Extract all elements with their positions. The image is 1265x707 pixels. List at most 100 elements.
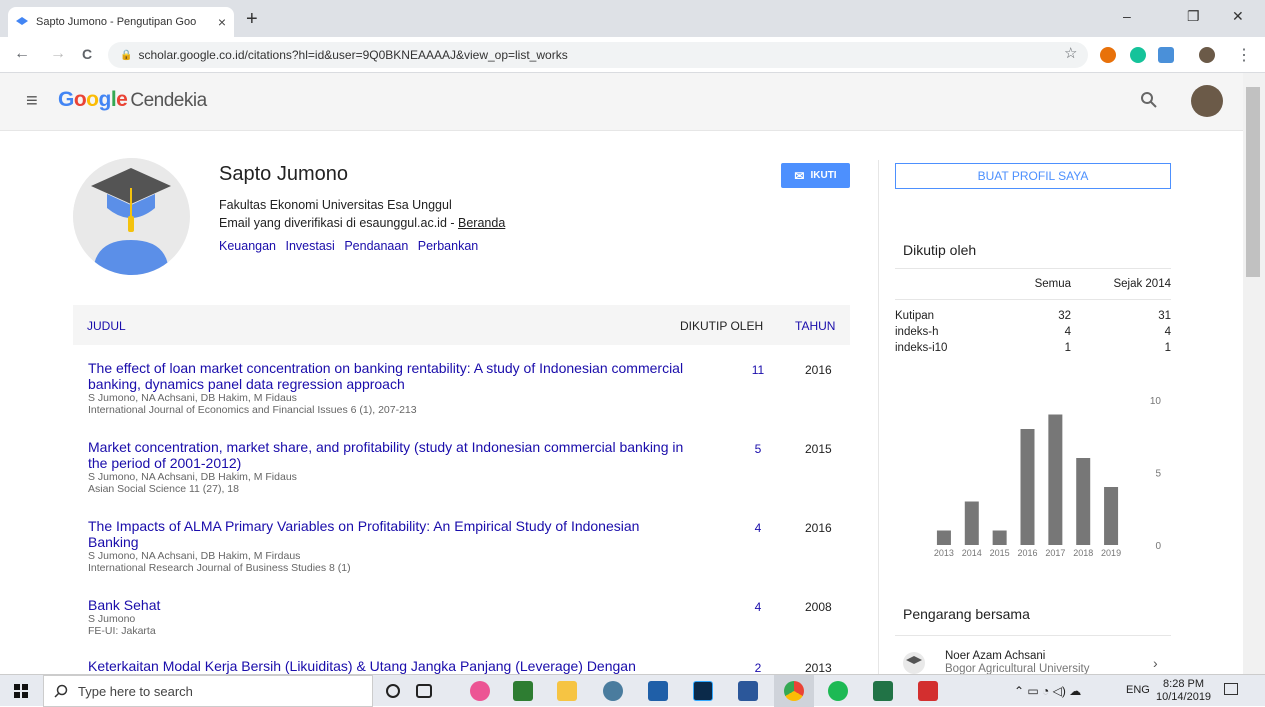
- hamburger-menu-icon[interactable]: ≡: [26, 90, 38, 113]
- lock-icon: 🔒: [120, 49, 133, 61]
- word-icon[interactable]: [738, 681, 758, 701]
- sort-by-title[interactable]: JUDUL: [87, 319, 126, 333]
- browser-tab-strip: Sapto Jumono - Pengutipan Goo × + – ❐ ✕: [0, 0, 1265, 37]
- homepage-link[interactable]: Beranda: [458, 216, 505, 230]
- browser-menu-icon[interactable]: ⋮: [1236, 45, 1252, 65]
- scholar-header: ≡ Google Cendekia: [0, 73, 1243, 131]
- follow-button[interactable]: ✉ IKUTI: [781, 163, 850, 188]
- x-tick-label: 2018: [1073, 548, 1093, 558]
- app-icon[interactable]: [513, 681, 533, 701]
- stat-all: 4: [1064, 326, 1071, 338]
- photoshop-icon[interactable]: [693, 681, 713, 701]
- publication-title-link[interactable]: Market concentration, market share, and …: [88, 439, 683, 471]
- extension-grammarly-icon[interactable]: [1130, 47, 1146, 63]
- forward-button[interactable]: →: [50, 45, 66, 63]
- task-view-icon[interactable]: [416, 684, 432, 698]
- excel-icon[interactable]: [873, 681, 893, 701]
- account-avatar[interactable]: [1191, 85, 1223, 117]
- paint-icon[interactable]: [603, 681, 623, 701]
- y-tick-label: 10: [1150, 396, 1162, 407]
- close-window-button[interactable]: ✕: [1232, 8, 1244, 25]
- google-scholar-logo[interactable]: Google Cendekia: [58, 88, 207, 112]
- extension-camera-icon[interactable]: [1158, 47, 1174, 63]
- address-bar[interactable]: 🔒 scholar.google.co.id/citations?hl=id&u…: [108, 42, 1088, 68]
- minimize-button[interactable]: –: [1123, 8, 1131, 24]
- extension-fire-icon[interactable]: [1100, 47, 1116, 63]
- coauthor-name: Noer Azam Achsani: [945, 650, 1046, 662]
- stat-since: 1: [1164, 342, 1171, 354]
- stat-label: Kutipan: [895, 310, 935, 322]
- citation-bar-2016[interactable]: [1020, 429, 1035, 545]
- publication-title-link[interactable]: Bank Sehat: [88, 597, 160, 613]
- bookmark-star-icon[interactable]: ☆: [1064, 44, 1077, 62]
- calculator-icon[interactable]: [648, 681, 668, 701]
- profile-affiliation: Fakultas Ekonomi Universitas Esa Unggul: [219, 198, 452, 212]
- chrome-icon[interactable]: [784, 681, 804, 701]
- profile-email-line: Email yang diverifikasi di esaunggul.ac.…: [219, 216, 505, 230]
- stat-all: 1: [1064, 342, 1071, 354]
- citation-bar-2013[interactable]: [936, 530, 951, 546]
- tray-icons[interactable]: ⌃ ▭ ◔ ◁) ☁: [1014, 684, 1081, 698]
- citation-bar-2017[interactable]: [1048, 414, 1063, 546]
- citation-bar-2015[interactable]: [992, 530, 1007, 546]
- taskbar-search-box[interactable]: Type here to search: [43, 675, 373, 707]
- cited-count-link[interactable]: 4: [738, 600, 778, 614]
- page-scrollbar[interactable]: [1243, 73, 1265, 674]
- cited-count-link[interactable]: 11: [738, 363, 778, 377]
- publication-title-link[interactable]: The effect of loan market concentration …: [88, 360, 683, 392]
- publication-title-link[interactable]: The Impacts of ALMA Primary Variables on…: [88, 518, 639, 550]
- publication-authors: S Jumono, NA Achsani, DB Hakim, M Fidaus: [88, 392, 297, 404]
- interest-link[interactable]: Investasi: [286, 239, 335, 253]
- time: 8:28 PM: [1163, 678, 1205, 690]
- language-indicator[interactable]: ENG: [1126, 684, 1150, 696]
- interest-link[interactable]: Pendanaan: [344, 239, 408, 253]
- citation-stats-table: Semua Sejak 2014 Kutipan 32 31 indeks-h …: [895, 268, 1171, 356]
- interest-link[interactable]: Keuangan: [219, 239, 276, 253]
- spotify-icon[interactable]: [828, 681, 848, 701]
- browser-tab[interactable]: Sapto Jumono - Pengutipan Goo ×: [8, 7, 234, 37]
- x-tick-label: 2019: [1101, 548, 1121, 558]
- x-tick-label: 2014: [962, 548, 982, 558]
- tab-close-icon[interactable]: ×: [218, 14, 226, 30]
- create-profile-button[interactable]: BUAT PROFIL SAYA: [895, 163, 1171, 189]
- profile-photo-placeholder: [73, 158, 190, 275]
- maximize-button[interactable]: ❐: [1187, 8, 1200, 25]
- citation-bar-2018[interactable]: [1076, 458, 1091, 545]
- taskbar-search-placeholder: Type here to search: [78, 683, 193, 699]
- reload-button[interactable]: C: [82, 46, 92, 62]
- date: 10/14/2019: [1156, 691, 1212, 703]
- scrollbar-thumb[interactable]: [1246, 87, 1260, 277]
- publication-authors: S Jumono, NA Achsani, DB Hakim, M Firdau…: [88, 550, 301, 562]
- chevron-right-icon: ›: [1153, 655, 1158, 671]
- cortana-icon[interactable]: [386, 684, 400, 698]
- itunes-icon[interactable]: [470, 681, 490, 701]
- publication-authors: S Jumono: [88, 613, 136, 625]
- sort-by-year[interactable]: TAHUN: [795, 319, 835, 333]
- file-explorer-icon[interactable]: [557, 681, 577, 701]
- cited-count-link[interactable]: 4: [738, 521, 778, 535]
- follow-label: IKUTI: [810, 170, 837, 181]
- back-button[interactable]: ←: [14, 45, 30, 63]
- profile-avatar-icon[interactable]: [1199, 47, 1215, 63]
- notifications-icon[interactable]: [1224, 683, 1238, 695]
- stat-since: 31: [1158, 310, 1171, 322]
- coauthor-affiliation: Bogor Agricultural University: [945, 663, 1090, 674]
- coauthor-item[interactable]: Noer Azam Achsani Bogor Agricultural Uni…: [903, 650, 1171, 674]
- cited-count-link[interactable]: 5: [738, 442, 778, 456]
- search-icon[interactable]: [1140, 91, 1158, 114]
- windows-start-icon[interactable]: [14, 684, 28, 698]
- interest-link[interactable]: Perbankan: [418, 239, 478, 253]
- publication-title-link[interactable]: Keterkaitan Modal Kerja Bersih (Likuidit…: [88, 658, 636, 674]
- publication-year: 2008: [805, 600, 832, 614]
- citation-bar-2014[interactable]: [964, 501, 979, 546]
- stat-since: 4: [1164, 326, 1171, 338]
- clock[interactable]: 8:28 PM 10/14/2019: [1156, 678, 1211, 704]
- profile-interests: Keuangan Investasi Pendanaan Perbankan: [219, 239, 484, 253]
- sort-by-cited[interactable]: DIKUTIP OLEH: [680, 319, 763, 333]
- new-tab-button[interactable]: +: [246, 8, 258, 30]
- scholar-favicon-icon: [16, 17, 28, 25]
- email-verified-text: Email yang diverifikasi di esaunggul.ac.…: [219, 216, 459, 230]
- citation-bar-2019[interactable]: [1104, 487, 1119, 545]
- acrobat-icon[interactable]: [918, 681, 938, 701]
- cited-count-link[interactable]: 2: [738, 661, 778, 674]
